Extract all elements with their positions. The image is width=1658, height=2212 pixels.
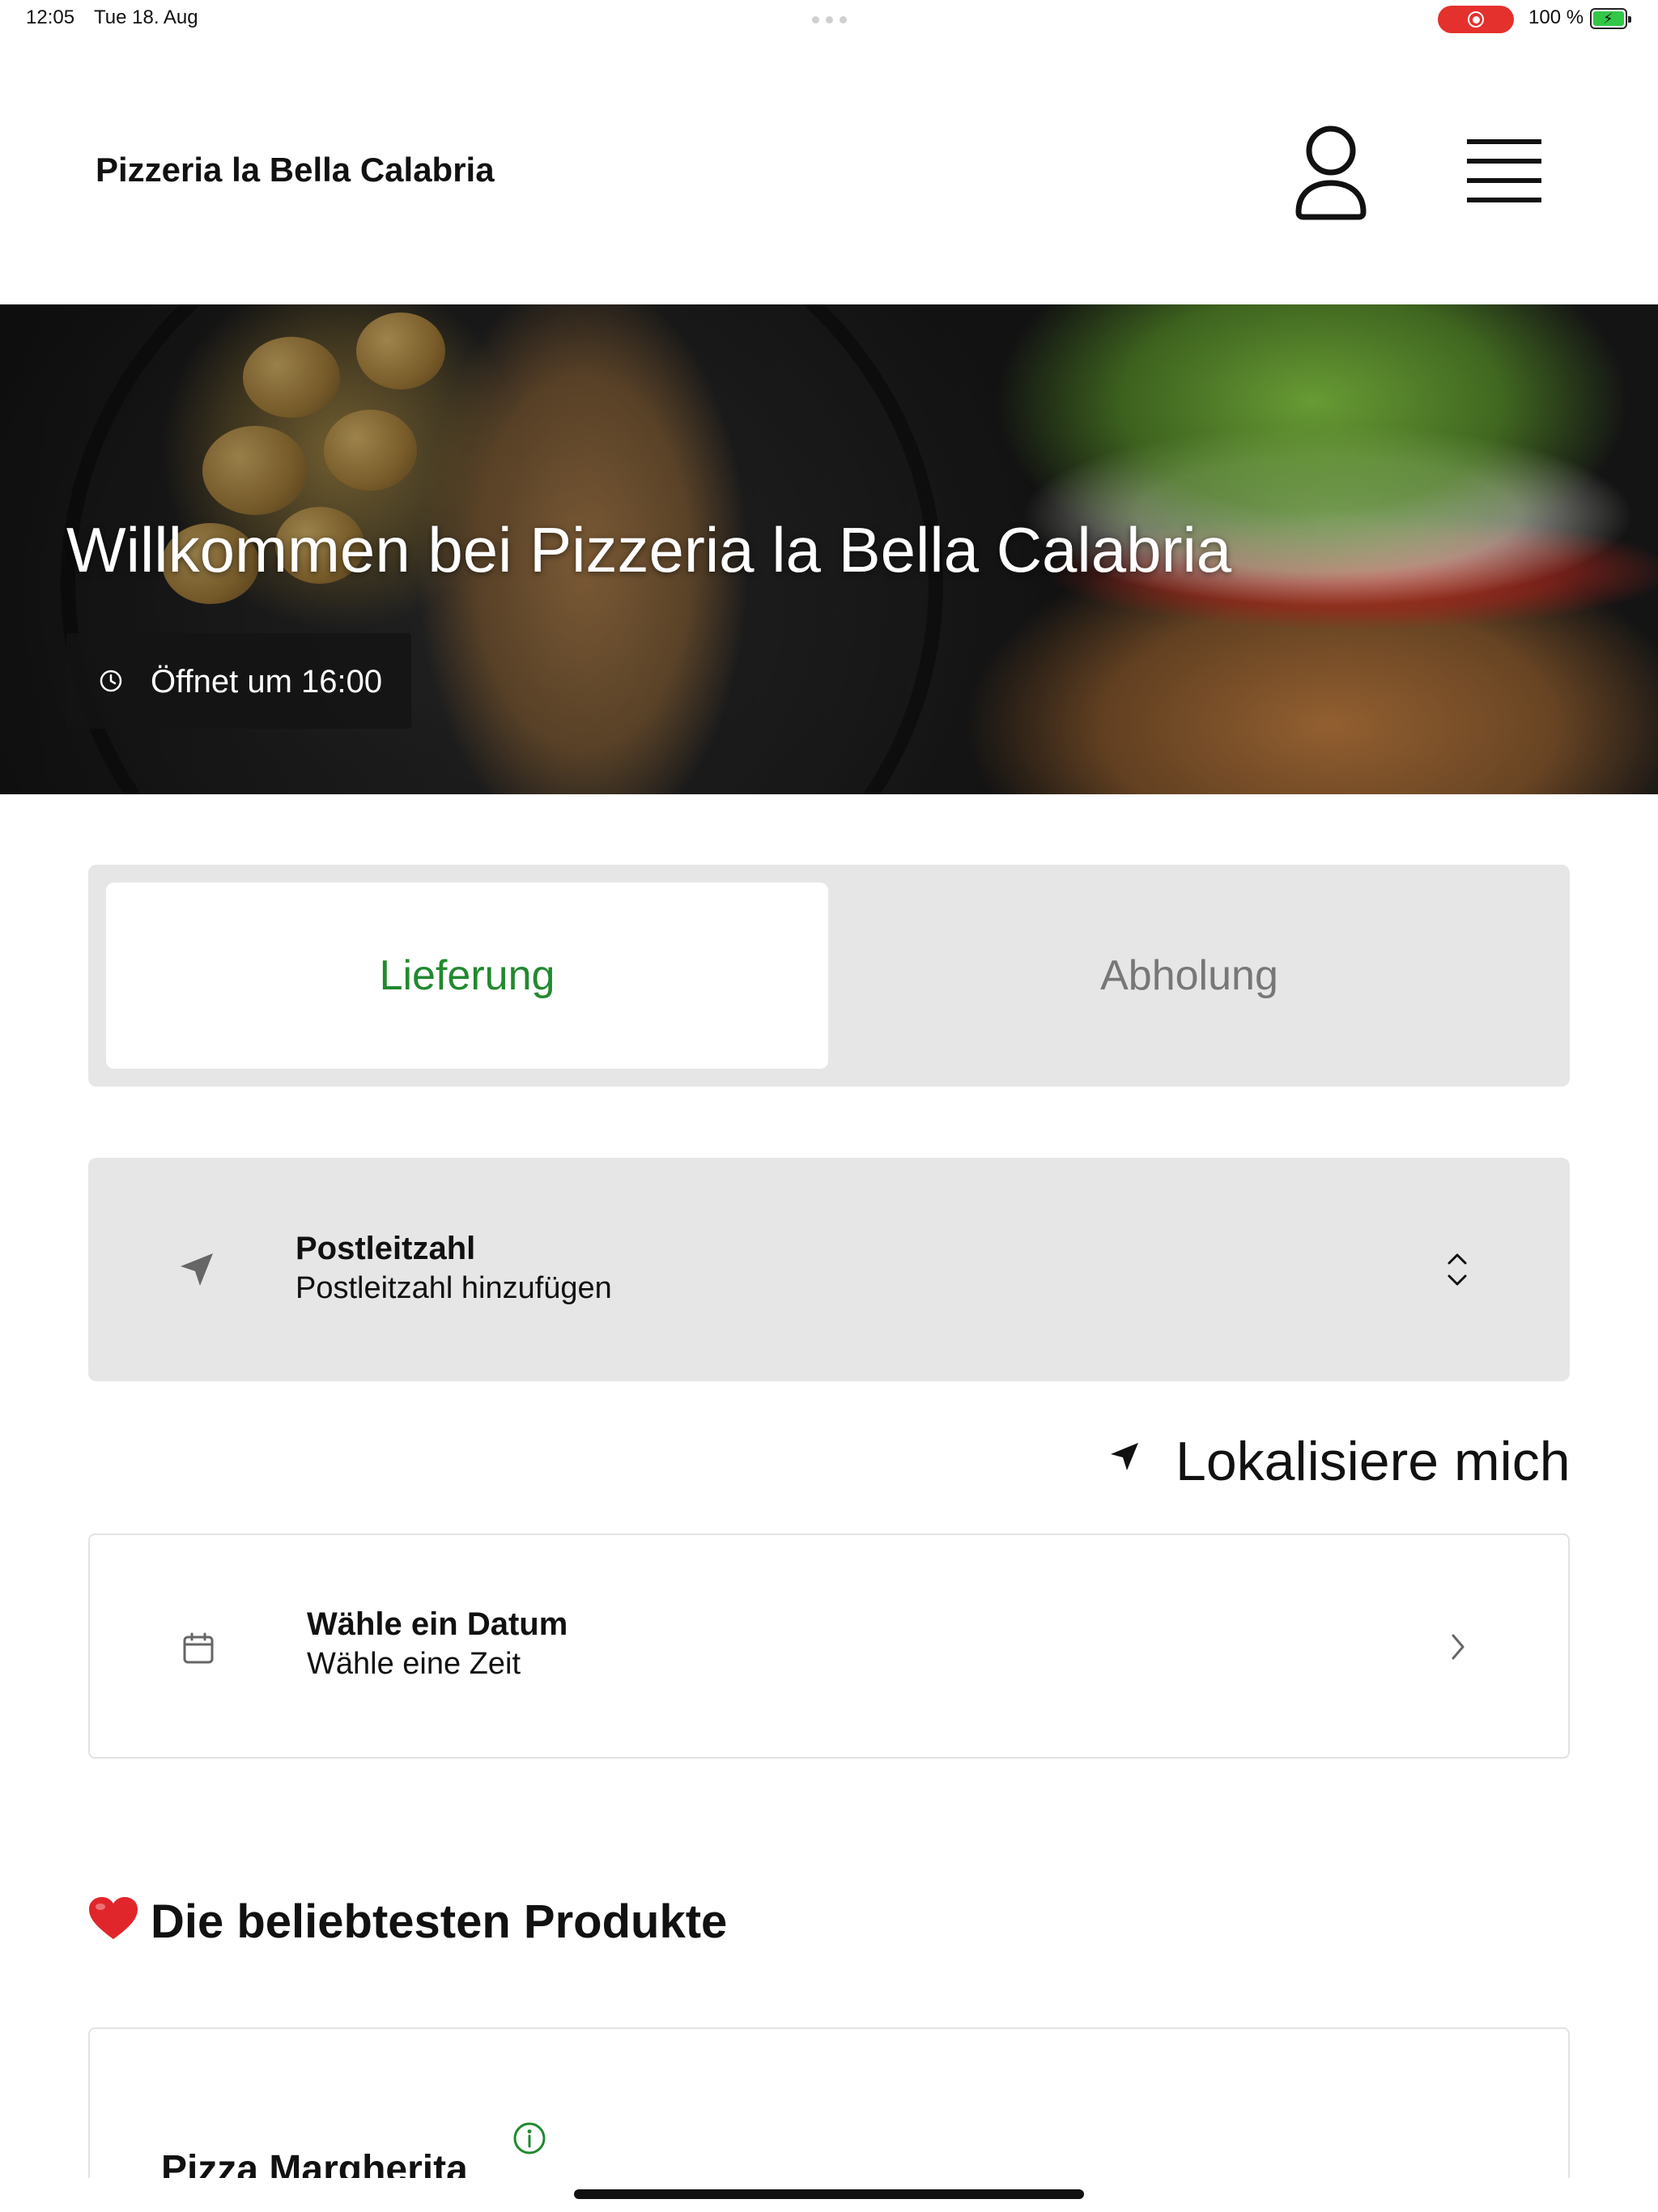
multitasking-dots-icon[interactable] [812, 16, 847, 23]
hero-banner: Willkommen bei Pizzeria la Bella Calabri… [0, 304, 1658, 794]
locate-me-button[interactable]: Lokalisiere mich [1107, 1425, 1571, 1493]
tab-pickup[interactable]: Abholung [828, 883, 1550, 1069]
location-arrow-icon [181, 1253, 213, 1286]
hamburger-icon[interactable] [1464, 134, 1545, 207]
locate-me-label: Lokalisiere mich [1175, 1431, 1571, 1492]
heart-icon [89, 1897, 138, 1939]
screen-recording-icon[interactable] [1438, 6, 1514, 33]
info-icon[interactable] [512, 2121, 546, 2155]
tab-delivery[interactable]: Lieferung [106, 883, 828, 1069]
status-time: 12:05 [26, 6, 75, 28]
date-label: Wähle ein Datum [307, 1606, 568, 1642]
postal-code-placeholder: Postleitzahl hinzufügen [295, 1271, 612, 1305]
battery-icon: ⚡ [1590, 8, 1631, 29]
chevron-right-icon [1452, 1634, 1465, 1660]
postal-code-selector[interactable]: Postleitzahl Postleitzahl hinzufügen [88, 1158, 1570, 1381]
clock-icon [100, 670, 122, 692]
restaurant-name[interactable]: Pizzeria la Bella Calabria [96, 151, 495, 189]
opening-time-text: Öffnet um 16:00 [151, 664, 383, 700]
date-time-picker[interactable]: Wähle ein Datum Wähle eine Zeit [88, 1534, 1570, 1759]
home-indicator[interactable] [574, 2189, 1084, 2199]
hero-title: Willkommen bei Pizzeria la Bella Calabri… [66, 514, 1232, 585]
chevron-up-down-icon [1448, 1253, 1467, 1286]
location-arrow-icon [1111, 1443, 1138, 1470]
status-bar: 12:05 Tue 18. Aug 100 % ⚡ [0, 0, 1658, 39]
popular-products-title: Die beliebtesten Produkte [151, 1895, 728, 1948]
battery-percent: 100 % [1528, 6, 1584, 28]
opening-time-badge: Öffnet um 16:00 [66, 633, 411, 729]
popular-products-heading: Die beliebtesten Produkte [87, 1895, 727, 1949]
status-date: Tue 18. Aug [94, 6, 198, 28]
postal-code-label: Postleitzahl [295, 1231, 476, 1266]
calendar-icon [183, 1632, 214, 1664]
order-mode-toggle: Lieferung Abholung [88, 865, 1570, 1087]
user-icon[interactable] [1292, 123, 1370, 223]
time-label: Wähle eine Zeit [307, 1647, 521, 1681]
